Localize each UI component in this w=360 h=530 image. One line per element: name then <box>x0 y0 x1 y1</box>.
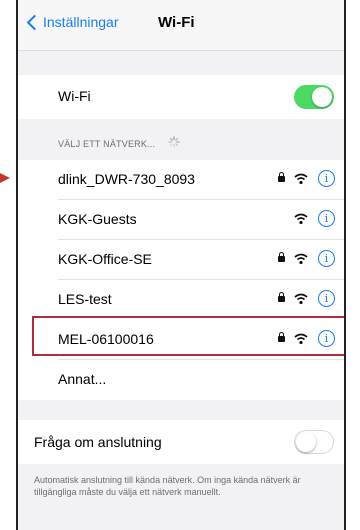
info-icon[interactable]: i <box>318 330 335 347</box>
toggle-knob <box>296 432 316 452</box>
loading-spinner-icon <box>168 136 180 148</box>
wifi-signal-icon <box>294 213 308 225</box>
wifi-signal-icon <box>294 293 308 305</box>
back-button[interactable]: Inställningar <box>26 14 119 30</box>
network-row-highlighted[interactable]: MEL-06100016 i <box>18 320 344 360</box>
network-name: dlink_DWR-730_8093 <box>58 171 195 187</box>
wifi-signal-icon <box>294 253 308 265</box>
wifi-toggle-row: Wi-Fi <box>18 75 344 119</box>
page-title: Wi-Fi <box>158 14 195 31</box>
network-row[interactable]: KGK-Guests i <box>18 200 344 240</box>
wifi-label: Wi-Fi <box>58 88 91 104</box>
pointer-arrow <box>0 173 10 183</box>
ask-to-join-row: Fråga om anslutning <box>18 420 344 464</box>
info-icon[interactable]: i <box>318 250 335 267</box>
info-icon[interactable]: i <box>318 170 335 187</box>
ask-to-join-label: Fråga om anslutning <box>34 434 162 450</box>
network-name: KGK-Guests <box>58 211 137 227</box>
info-icon[interactable]: i <box>318 210 335 227</box>
lock-icon <box>278 292 285 302</box>
other-network-row[interactable]: Annat... <box>18 360 344 400</box>
network-name: KGK-Office-SE <box>58 251 152 267</box>
network-row[interactable]: KGK-Office-SE i <box>18 240 344 280</box>
phone-screen: Inställningar Wi-Fi Wi-Fi VÄLJ ETT NÄTVE… <box>16 0 346 530</box>
ask-to-join-toggle[interactable] <box>294 430 334 454</box>
lock-icon <box>278 332 285 342</box>
network-row[interactable]: dlink_DWR-730_8093 i <box>18 160 344 200</box>
toggle-knob <box>312 87 332 107</box>
network-name: MEL-06100016 <box>58 331 154 347</box>
chevron-left-icon <box>26 14 43 30</box>
footer-note: Automatisk anslutning till kända nätverk… <box>34 475 301 497</box>
wifi-toggle[interactable] <box>294 85 334 109</box>
network-row[interactable]: LES-test i <box>18 280 344 320</box>
back-label: Inställningar <box>43 14 119 30</box>
lock-icon <box>278 252 285 262</box>
info-icon[interactable]: i <box>318 290 335 307</box>
network-name: LES-test <box>58 291 112 307</box>
wifi-signal-icon <box>294 173 308 185</box>
navigation-bar: Inställningar Wi-Fi <box>18 0 344 51</box>
other-network-label: Annat... <box>58 371 107 387</box>
wifi-signal-icon <box>294 333 308 345</box>
lock-icon <box>278 172 285 182</box>
networks-header: VÄLJ ETT NÄTVERK... <box>58 139 156 149</box>
